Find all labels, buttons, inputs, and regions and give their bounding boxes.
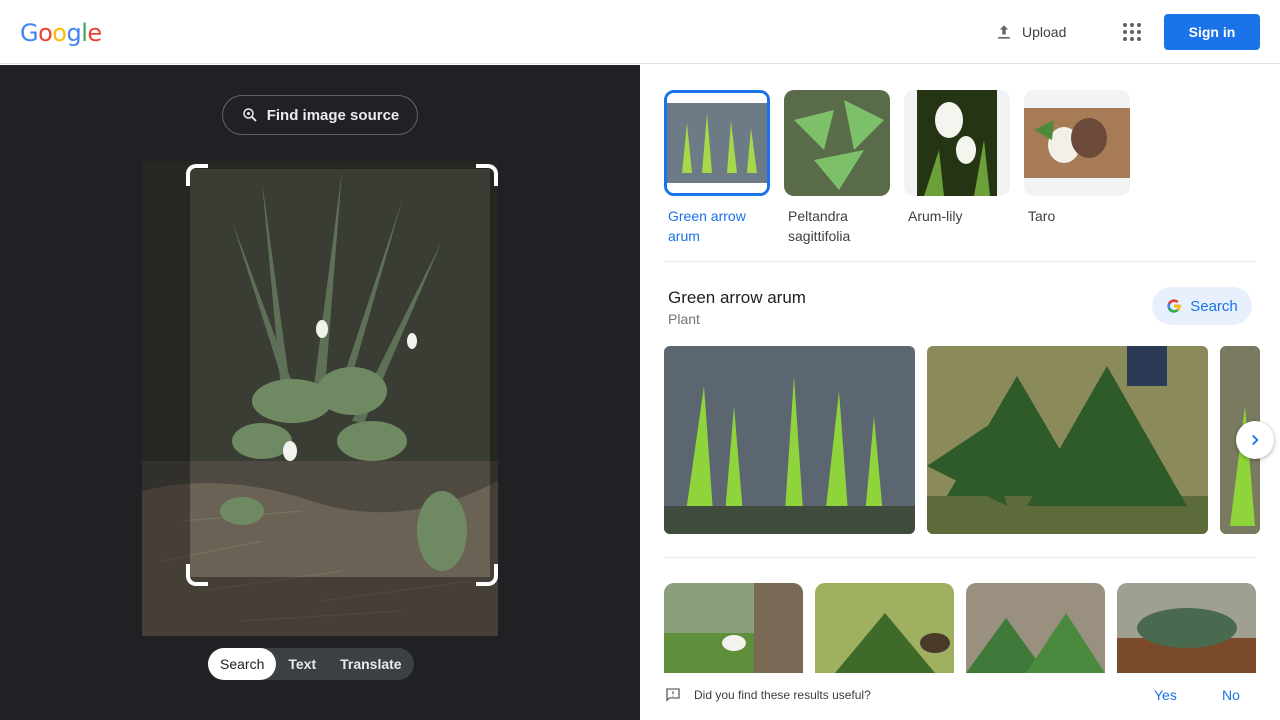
- top-bar: Google Upload Sign in: [0, 0, 1280, 64]
- chevron-right-icon: [1252, 434, 1259, 446]
- google-logo[interactable]: Google: [20, 19, 102, 47]
- chip-thumbnail: [664, 90, 770, 196]
- lens-mode-tabs: Search Text Translate: [208, 648, 414, 680]
- divider: [664, 557, 1256, 558]
- chip-thumbnail: [904, 90, 1010, 196]
- visual-match-image[interactable]: [815, 583, 954, 673]
- crop-selection-frame[interactable]: [186, 164, 498, 586]
- visual-match-image[interactable]: [1117, 583, 1256, 673]
- upload-button[interactable]: Upload: [984, 14, 1076, 50]
- logo-letter: G: [20, 19, 39, 47]
- logo-letter: g: [66, 19, 82, 47]
- entity-subtitle: Plant: [668, 311, 700, 327]
- crop-handle-top-right[interactable]: [476, 164, 498, 186]
- chip-green-arrow-arum[interactable]: Green arrow arum: [664, 90, 770, 246]
- feedback-no-button[interactable]: No: [1222, 687, 1240, 703]
- chip-taro[interactable]: Taro: [1024, 90, 1130, 246]
- chip-label: Green arrow arum: [668, 208, 746, 244]
- logo-letter: e: [87, 19, 102, 47]
- divider: [664, 261, 1256, 262]
- result-image[interactable]: [664, 346, 915, 534]
- google-g-icon: [1167, 299, 1181, 313]
- results-panel: Green arrow arum Peltandra sagittifolia …: [640, 65, 1280, 720]
- sign-in-button[interactable]: Sign in: [1164, 14, 1260, 50]
- lens-search-icon: [242, 108, 257, 122]
- chip-label: Peltandra sagittifolia: [788, 208, 851, 244]
- tab-translate[interactable]: Translate: [328, 648, 413, 680]
- logo-letter: o: [52, 19, 67, 47]
- feedback-bar: Did you find these results useful? Yes N…: [664, 677, 1256, 713]
- entity-title: Green arrow arum: [668, 288, 806, 307]
- chip-arum-lily[interactable]: Arum-lily: [904, 90, 1010, 246]
- entity-search-button[interactable]: Search: [1152, 287, 1252, 325]
- find-image-source-button[interactable]: Find image source: [222, 95, 418, 135]
- entity-search-label: Search: [1190, 297, 1238, 315]
- find-source-label: Find image source: [266, 106, 400, 124]
- chip-thumbnail: [784, 90, 890, 196]
- logo-letter: o: [38, 19, 53, 47]
- tab-search[interactable]: Search: [208, 648, 277, 680]
- feedback-yes-button[interactable]: Yes: [1154, 687, 1177, 703]
- tab-text[interactable]: Text: [276, 648, 328, 680]
- chip-peltandra-sagittifolia[interactable]: Peltandra sagittifolia: [784, 90, 890, 246]
- crop-handle-top-left[interactable]: [186, 164, 208, 186]
- visual-match-image[interactable]: [664, 583, 803, 673]
- lens-image-panel: Find image source Search Text Translate: [0, 65, 640, 720]
- chip-label: Arum-lily: [908, 208, 963, 224]
- google-apps-icon[interactable]: [1116, 16, 1148, 48]
- entity-chips: Green arrow arum Peltandra sagittifolia …: [664, 90, 1130, 246]
- feedback-icon: [666, 688, 680, 702]
- crop-handle-bottom-right[interactable]: [476, 564, 498, 586]
- crop-handle-bottom-left[interactable]: [186, 564, 208, 586]
- upload-label: Upload: [1022, 24, 1067, 40]
- next-images-button[interactable]: [1236, 421, 1274, 459]
- visual-match-image[interactable]: [966, 583, 1105, 673]
- chip-thumbnail: [1024, 90, 1130, 196]
- chip-label: Taro: [1028, 208, 1056, 224]
- upload-icon: [998, 25, 1010, 39]
- result-image[interactable]: [927, 346, 1208, 534]
- feedback-question: Did you find these results useful?: [694, 688, 871, 702]
